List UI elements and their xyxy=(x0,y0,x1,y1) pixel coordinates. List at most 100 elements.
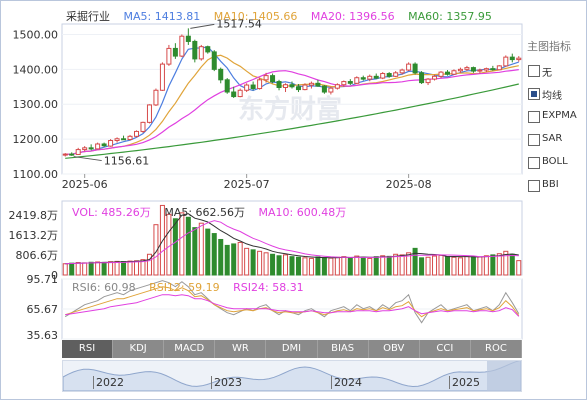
rsi-legend: RSI6: 60.98 RSI12: 59.19 RSI24: 58.31 xyxy=(72,281,314,294)
indicator-checkbox[interactable] xyxy=(528,134,540,146)
candle xyxy=(483,68,489,71)
indicator-panel-title: 主图指标 xyxy=(527,40,571,53)
volume-bar xyxy=(211,233,217,276)
date-label: 2025-06 xyxy=(62,178,108,191)
candle xyxy=(159,63,165,91)
candle xyxy=(172,47,178,57)
volume-tick-label: 1613.2万 xyxy=(9,229,59,242)
volume-bar xyxy=(172,218,178,276)
volume-bar xyxy=(438,254,444,276)
indicator-checkbox[interactable] xyxy=(528,157,540,169)
candle xyxy=(185,35,191,42)
volume-bar xyxy=(302,257,308,276)
candle xyxy=(315,82,321,87)
candle xyxy=(367,75,373,80)
rsi-tick-label: 35.63 xyxy=(27,329,59,342)
volume-bar xyxy=(88,261,94,276)
candle xyxy=(457,68,463,72)
indicator-checkbox[interactable] xyxy=(528,111,540,123)
candle xyxy=(509,56,515,61)
vol-ma5-legend: MA5: 662.56万 xyxy=(164,206,246,219)
volume-bar xyxy=(516,260,522,276)
volume-bar xyxy=(432,255,438,276)
candle xyxy=(334,84,340,89)
candle xyxy=(451,70,457,75)
indicator-checkbox[interactable] xyxy=(528,65,540,77)
volume-bar xyxy=(496,253,502,276)
volume-tick-label: 2419.8万 xyxy=(9,209,59,222)
indicator-checkbox[interactable] xyxy=(528,180,540,192)
volume-bar xyxy=(62,263,68,276)
candle xyxy=(114,138,120,142)
volume-bar xyxy=(328,257,334,276)
volume-bar xyxy=(166,213,172,276)
candle xyxy=(289,84,295,88)
volume-bar xyxy=(386,255,392,276)
volume-bar xyxy=(419,257,425,276)
indicator-option[interactable]: EXPMA xyxy=(526,108,584,126)
navigator-window[interactable] xyxy=(487,361,521,391)
indicator-option[interactable]: SAR xyxy=(526,131,584,149)
candle xyxy=(257,79,263,90)
indicator-label: BOLL xyxy=(542,156,568,167)
navigator-year-label: 2024 xyxy=(331,376,362,389)
candle xyxy=(321,85,327,93)
vol-legend: VOL: 485.26万 xyxy=(72,206,151,219)
candle xyxy=(295,86,301,91)
candle xyxy=(108,140,114,147)
indicator-option[interactable]: 无 xyxy=(526,62,584,80)
rsi-tick-label: 95.71 xyxy=(27,273,59,286)
candle xyxy=(62,153,68,156)
candle xyxy=(490,68,496,71)
volume-bar xyxy=(179,212,185,276)
candle xyxy=(218,68,224,81)
rsi24-legend: RSI24: 58.31 xyxy=(233,281,304,294)
tab-rsi[interactable]: RSI xyxy=(62,340,114,358)
price-tick-label: 1300.00 xyxy=(13,98,59,111)
indicator-option[interactable]: BBI xyxy=(526,177,584,195)
candle xyxy=(412,63,418,74)
indicator-checkbox[interactable] xyxy=(528,88,540,100)
indicator-label: SAR xyxy=(542,133,563,144)
candle xyxy=(211,51,217,70)
volume-bar xyxy=(451,256,457,276)
volume-bar xyxy=(205,228,211,276)
tab-dmi[interactable]: DMI xyxy=(266,340,318,358)
candle xyxy=(224,79,230,93)
volume-bar xyxy=(276,255,282,276)
range-navigator[interactable]: 2022 2023 2024 2025 xyxy=(62,360,522,392)
indicator-option[interactable]: BOLL xyxy=(526,154,584,172)
volume-bar xyxy=(133,260,140,276)
vol-ma10-legend: MA10: 600.48万 xyxy=(258,206,347,219)
candle xyxy=(386,73,392,77)
rsi12-legend: RSI12: 59.19 xyxy=(149,281,220,294)
candle xyxy=(166,47,172,65)
candle xyxy=(373,75,379,79)
candle xyxy=(95,143,101,150)
volume-bar xyxy=(263,252,269,276)
volume-bar xyxy=(321,257,327,276)
volume-bar xyxy=(75,262,81,276)
price-tick-label: 1200.00 xyxy=(13,133,59,146)
candle xyxy=(82,147,88,151)
tab-bias[interactable]: BIAS xyxy=(318,340,369,358)
high-pointer xyxy=(190,23,215,29)
tab-cci[interactable]: CCI xyxy=(420,340,471,358)
volume-bar xyxy=(315,256,321,276)
low-pointer xyxy=(73,156,102,162)
tab-wr[interactable]: WR xyxy=(215,340,267,358)
tab-roc[interactable]: ROC xyxy=(471,340,522,358)
tab-kdj[interactable]: KDJ xyxy=(113,340,165,358)
indicator-option[interactable]: 均线 xyxy=(526,85,584,103)
volume-bar xyxy=(509,253,515,276)
volume-bar xyxy=(334,256,340,276)
candle xyxy=(250,84,256,90)
tab-macd[interactable]: MACD xyxy=(164,340,216,358)
candle xyxy=(328,87,334,93)
volume-bar xyxy=(108,261,114,276)
tab-obv[interactable]: OBV xyxy=(369,340,420,358)
candle xyxy=(133,130,140,137)
volume-bar xyxy=(477,256,483,276)
candle xyxy=(140,121,146,132)
volume-bar xyxy=(399,254,405,276)
